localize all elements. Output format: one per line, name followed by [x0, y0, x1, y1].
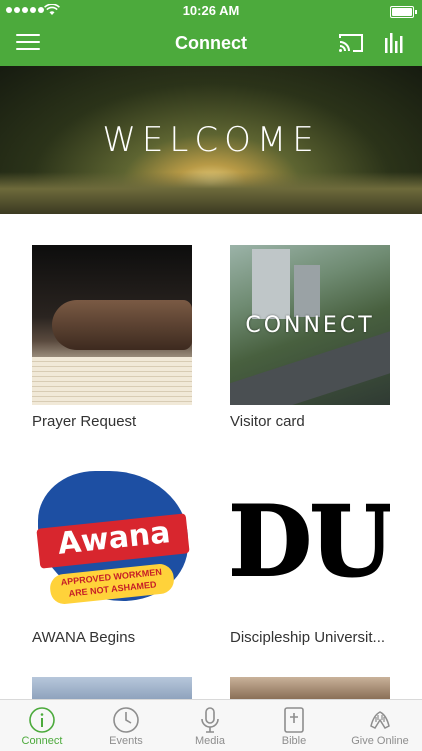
- prayer-image: [32, 245, 192, 405]
- tile-visitor-card[interactable]: CONNECT Visitor card: [230, 245, 390, 430]
- tile-label: AWANA Begins: [32, 629, 136, 646]
- welcome-banner[interactable]: WELCOME: [0, 66, 422, 214]
- info-icon: [29, 707, 55, 733]
- cast-icon[interactable]: [338, 32, 364, 54]
- tile-label: Discipleship Universit...: [230, 629, 386, 646]
- microphone-icon: [201, 707, 219, 733]
- stats-icon[interactable]: [384, 32, 406, 54]
- nav-bar: Connect: [0, 22, 422, 66]
- tile-awana-begins[interactable]: Awana APPROVED WORKMEN ARE NOT ASHAMED A…: [32, 461, 192, 646]
- tile-partial-left[interactable]: [32, 677, 192, 699]
- tab-label: Bible: [281, 735, 307, 747]
- connect-overlay-text: CONNECT: [245, 313, 375, 338]
- tab-label: Events: [109, 735, 143, 747]
- battery-icon: [390, 6, 417, 18]
- tile-discipleship-university[interactable]: DU Discipleship Universit...: [230, 461, 390, 646]
- awana-logo: Awana APPROVED WORKMEN ARE NOT ASHAMED: [32, 461, 192, 621]
- clock-icon: [113, 707, 139, 733]
- tab-label: Connect: [21, 735, 63, 747]
- status-bar: 10:26 AM: [0, 0, 422, 22]
- tab-media[interactable]: Media: [168, 700, 252, 751]
- tab-events[interactable]: Events: [84, 700, 168, 751]
- status-time: 10:26 AM: [182, 3, 240, 18]
- tab-label: Give Online: [351, 735, 409, 747]
- connect-image: CONNECT: [230, 245, 390, 405]
- tab-connect[interactable]: Connect: [0, 700, 84, 751]
- tab-bible[interactable]: Bible: [252, 700, 336, 751]
- tab-give-online[interactable]: Give Online: [338, 700, 422, 751]
- du-logo: DU: [230, 461, 390, 621]
- tab-label: Media: [195, 735, 225, 747]
- tile-partial-right[interactable]: [230, 677, 390, 699]
- tile-label: Prayer Request: [32, 413, 137, 430]
- bible-icon: [284, 707, 304, 733]
- welcome-text: WELCOME: [102, 120, 320, 160]
- tab-bar: Connect Events Media Bible Give Online: [0, 699, 422, 751]
- tile-label: Visitor card: [230, 413, 305, 430]
- praying-hands-icon: [370, 711, 390, 729]
- tile-prayer-request[interactable]: Prayer Request: [32, 245, 192, 430]
